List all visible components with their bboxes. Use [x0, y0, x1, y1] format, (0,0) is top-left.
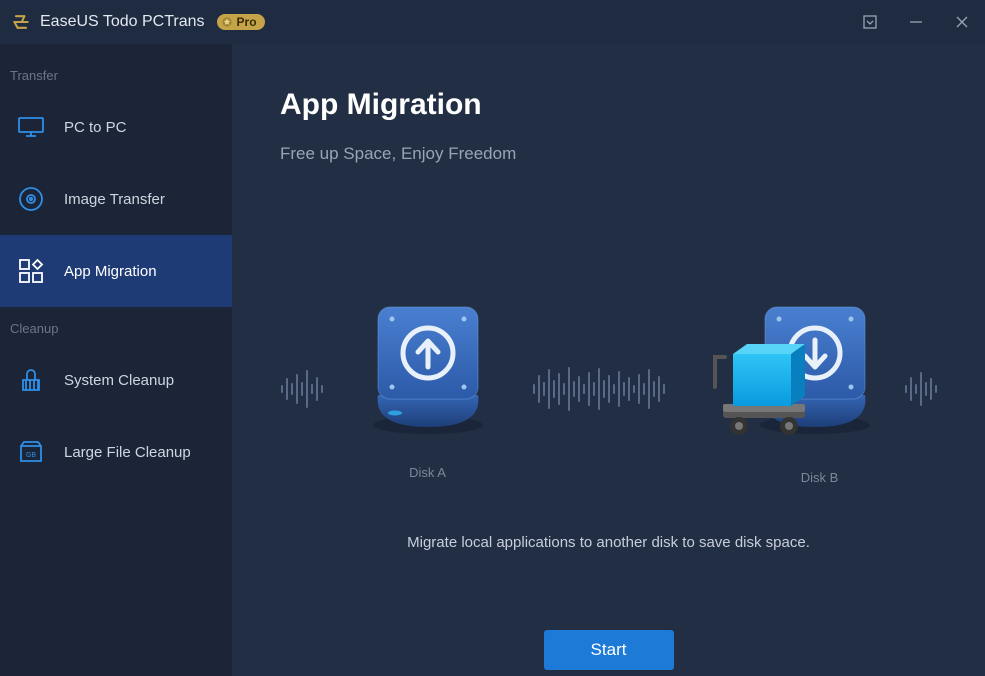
sidebar-item-app-migration[interactable]: App Migration	[0, 235, 232, 307]
title-left: EaseUS Todo PCTrans Pro	[10, 11, 265, 33]
system-cleanup-icon	[16, 365, 46, 395]
sidebar-item-label: App Migration	[64, 263, 157, 280]
svg-text:GB: GB	[26, 452, 36, 459]
sidebar-item-pc-to-pc[interactable]: PC to PC	[0, 91, 232, 163]
sidebar-item-label: Large File Cleanup	[64, 444, 191, 461]
window-controls	[859, 11, 973, 33]
disk-a-label: Disk A	[409, 465, 446, 480]
soundwave-middle	[533, 367, 665, 411]
app-migration-icon	[16, 256, 46, 286]
sidebar-item-image-transfer[interactable]: Image Transfer	[0, 163, 232, 235]
app-title: EaseUS Todo PCTrans	[40, 13, 205, 31]
soundwave-right	[905, 372, 937, 406]
page-title: App Migration	[280, 88, 985, 122]
start-button[interactable]: Start	[544, 630, 674, 670]
logo-icon	[10, 11, 32, 33]
main: Transfer PC to PC Image Transfer	[0, 44, 985, 676]
star-icon	[221, 16, 233, 28]
section-label-transfer: Transfer	[0, 54, 232, 91]
sidebar: Transfer PC to PC Image Transfer	[0, 44, 232, 676]
section-label-cleanup: Cleanup	[0, 307, 232, 344]
page-subtitle: Free up Space, Enjoy Freedom	[280, 144, 985, 164]
sidebar-item-label: Image Transfer	[64, 191, 165, 208]
disk-b-label: Disk B	[801, 470, 839, 485]
disk-a-icon	[363, 297, 493, 437]
pc-to-pc-icon	[16, 112, 46, 142]
minimize-button[interactable]	[905, 11, 927, 33]
page-description: Migrate local applications to another di…	[232, 534, 985, 551]
disk-b-icon	[705, 292, 885, 442]
large-file-cleanup-icon: GB	[16, 437, 46, 467]
sidebar-item-label: PC to PC	[64, 119, 127, 136]
sidebar-item-large-file-cleanup[interactable]: GB Large File Cleanup	[0, 416, 232, 488]
pro-badge: Pro	[217, 14, 265, 30]
dropdown-button[interactable]	[859, 11, 881, 33]
disk-b-block: Disk B	[705, 292, 885, 485]
pro-badge-label: Pro	[237, 15, 257, 29]
illustration: Disk A	[232, 292, 985, 485]
image-transfer-icon	[16, 184, 46, 214]
sidebar-item-label: System Cleanup	[64, 372, 174, 389]
disk-a-block: Disk A	[363, 297, 493, 480]
sidebar-item-system-cleanup[interactable]: System Cleanup	[0, 344, 232, 416]
close-button[interactable]	[951, 11, 973, 33]
content: App Migration Free up Space, Enjoy Freed…	[232, 44, 985, 676]
soundwave-left	[281, 370, 323, 408]
titlebar: EaseUS Todo PCTrans Pro	[0, 0, 985, 44]
